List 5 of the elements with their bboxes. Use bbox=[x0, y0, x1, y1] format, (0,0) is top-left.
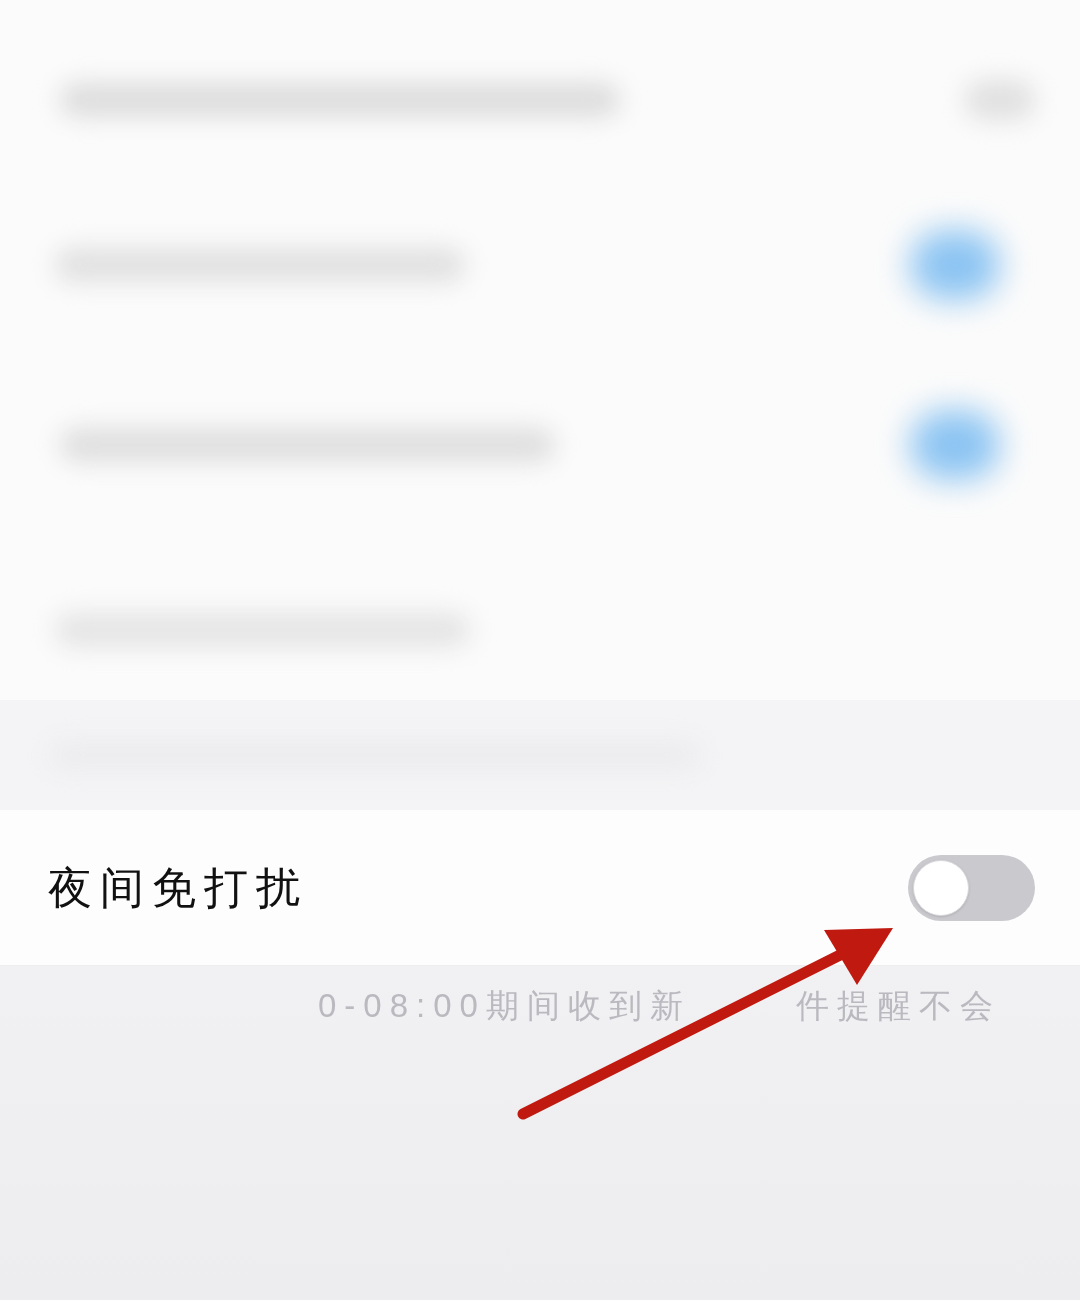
footnote-text: 件提醒不会 bbox=[796, 987, 1001, 1024]
footnote-text: 0-08:00期间收到新 bbox=[318, 987, 691, 1024]
setting-label: 夜间免打扰 bbox=[48, 865, 308, 910]
blurred-switch[interactable] bbox=[910, 230, 1000, 300]
blurred-switch[interactable] bbox=[910, 410, 1000, 480]
